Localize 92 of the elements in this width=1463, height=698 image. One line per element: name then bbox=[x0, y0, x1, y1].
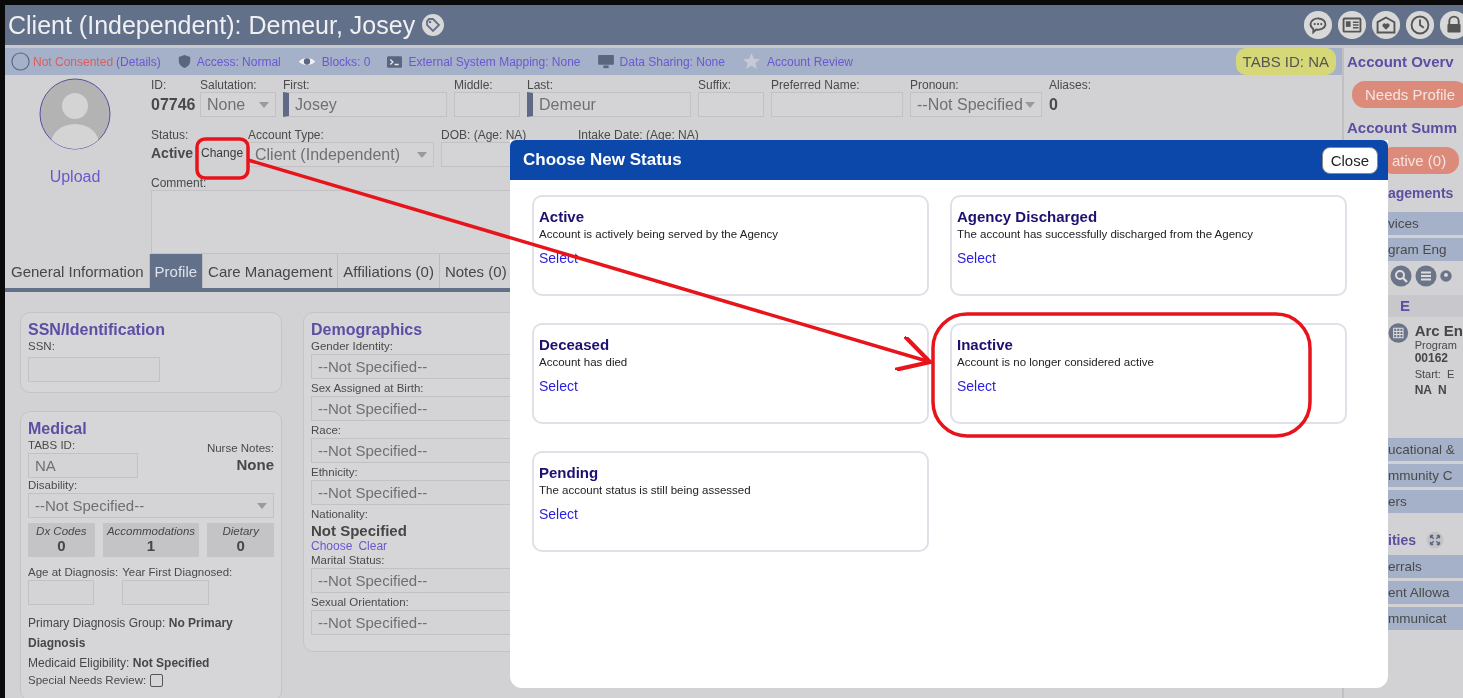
field-label: Ethnicity: bbox=[311, 465, 358, 480]
last-name-field[interactable]: Demeur bbox=[527, 92, 691, 117]
salutation-select[interactable]: None bbox=[200, 92, 276, 117]
info-link[interactable]: Data Sharing: None bbox=[619, 54, 725, 69]
field-label: Pronoun: bbox=[910, 78, 960, 92]
field-label: Gender Identity: bbox=[311, 339, 393, 354]
field-label: SSN: bbox=[28, 339, 55, 354]
count-label: Dx Codes bbox=[36, 525, 87, 537]
end-date: N bbox=[1438, 383, 1447, 397]
field-label: Last: bbox=[527, 78, 554, 92]
select-link[interactable]: Select bbox=[539, 378, 578, 394]
tabs-id-field[interactable]: NA bbox=[28, 453, 138, 478]
card-title: Demographics bbox=[311, 321, 423, 339]
program-number: 00162 bbox=[1414, 351, 1449, 365]
option-description: Account is actively being served by the Agency bbox=[539, 228, 779, 240]
count-tile[interactable]: Dietary 0 bbox=[207, 523, 274, 557]
count-tile[interactable]: Accommodations 1 bbox=[102, 523, 200, 557]
link[interactable]: Choose bbox=[311, 539, 353, 553]
field-label: Salutation: bbox=[200, 78, 258, 92]
option-title: Inactive bbox=[957, 336, 1013, 353]
nurse-notes-value: None bbox=[236, 456, 274, 473]
field-label: Race: bbox=[311, 423, 342, 438]
field-label: Age at Diagnosis: bbox=[28, 565, 119, 580]
option-title: Agency Discharged bbox=[957, 208, 1098, 225]
select-link[interactable]: Select bbox=[539, 506, 578, 522]
close-button[interactable]: Close bbox=[1321, 146, 1378, 174]
field-label: Preferred Name: bbox=[771, 78, 861, 92]
pronoun-select[interactable]: --Not Specified bbox=[910, 92, 1042, 117]
option-title: Deceased bbox=[539, 336, 610, 353]
field-label: DOB: (Age: NA) bbox=[441, 128, 528, 142]
primary-diagnosis-text: Primary Diagnosis Group: No Primary Diagnosis bbox=[28, 615, 234, 652]
field-label: TABS ID: bbox=[28, 438, 77, 453]
field-label: Account Type: bbox=[248, 128, 325, 142]
select-link[interactable]: Select bbox=[957, 378, 996, 394]
option-description: The account has successfully discharged from the Agency bbox=[957, 228, 1253, 240]
id-value: 07746 bbox=[151, 96, 193, 114]
section-heading: Account Summ bbox=[1346, 118, 1458, 138]
medicaid-text: Medicaid Eligibility: Not Specified bbox=[28, 655, 210, 672]
count-value: 0 bbox=[57, 537, 66, 554]
details-link[interactable]: (Details) bbox=[116, 54, 161, 69]
card-title: SSN/Identification bbox=[28, 321, 165, 339]
disability-select[interactable]: --Not Specified-- bbox=[28, 493, 274, 518]
link[interactable]: Clear bbox=[358, 539, 388, 553]
field-label: Nurse Notes: bbox=[206, 441, 274, 456]
field-label: Start: bbox=[1414, 368, 1441, 380]
nationality-value: Not Specified bbox=[311, 522, 407, 539]
count-value: 0 bbox=[236, 537, 245, 554]
field-label: ID: bbox=[151, 78, 168, 92]
count-label: Dietary bbox=[222, 525, 259, 537]
field-label: Nationality: bbox=[311, 507, 368, 522]
tabs-id-badge: TABS ID: NA bbox=[1235, 48, 1336, 75]
info-link[interactable]: Account Review bbox=[766, 54, 853, 69]
field-label: Status: bbox=[151, 128, 190, 142]
info-link[interactable]: Blocks: 0 bbox=[321, 54, 371, 69]
section-heading: ities bbox=[1388, 532, 1416, 548]
select-link[interactable]: Select bbox=[957, 250, 996, 266]
field-label: First: bbox=[283, 78, 311, 92]
account-type-select[interactable]: Client (Independent) bbox=[248, 142, 434, 167]
field-label: E bbox=[1446, 368, 1455, 380]
option-description: Account is no longer considered active bbox=[957, 356, 1154, 368]
field-label: Program bbox=[1414, 339, 1458, 351]
upload-link[interactable]: Upload bbox=[49, 168, 101, 186]
dialog-title: Choose New Status bbox=[523, 150, 682, 170]
consent-status: Not Consented bbox=[33, 54, 114, 69]
field-label: Marital Status: bbox=[311, 553, 385, 568]
option-title: Pending bbox=[539, 464, 599, 481]
field-label: Suffix: bbox=[698, 78, 733, 92]
count-value: 1 bbox=[146, 537, 156, 554]
field-label: Middle: bbox=[454, 78, 494, 92]
field-label: Disability: bbox=[28, 478, 78, 493]
field-label: Year First Diagnosed: bbox=[122, 565, 233, 580]
field-label: Comment: bbox=[151, 176, 208, 190]
card-title: Medical bbox=[28, 420, 87, 438]
window-title: Client (Independent): Demeur, Josey bbox=[8, 10, 416, 40]
count-label: Accommodations bbox=[106, 525, 196, 537]
field-label: Special Needs Review: bbox=[28, 673, 147, 688]
first-name-field[interactable]: Josey bbox=[283, 92, 447, 117]
field-label: Sexual Orientation: bbox=[311, 595, 409, 610]
info-link[interactable]: External System Mapping: None bbox=[408, 54, 581, 69]
field-label: Aliases: bbox=[1049, 78, 1092, 92]
start-date: NA bbox=[1414, 383, 1432, 397]
field-label: Sex Assigned at Birth: bbox=[311, 381, 424, 396]
aliases-count: 0 bbox=[1049, 96, 1059, 114]
count-tile[interactable]: Dx Codes 0 bbox=[28, 523, 95, 557]
tab[interactable]: Profile bbox=[149, 254, 204, 288]
option-title: Active bbox=[539, 208, 585, 225]
status-value: Active bbox=[151, 145, 194, 161]
info-link[interactable]: Access: Normal bbox=[196, 54, 281, 69]
section-heading: Account Overv bbox=[1346, 52, 1455, 72]
section-heading: agements bbox=[1387, 184, 1455, 203]
status-badge[interactable]: Needs Profile bbox=[1352, 81, 1463, 108]
engagement-name[interactable]: Arc En bbox=[1414, 322, 1463, 339]
